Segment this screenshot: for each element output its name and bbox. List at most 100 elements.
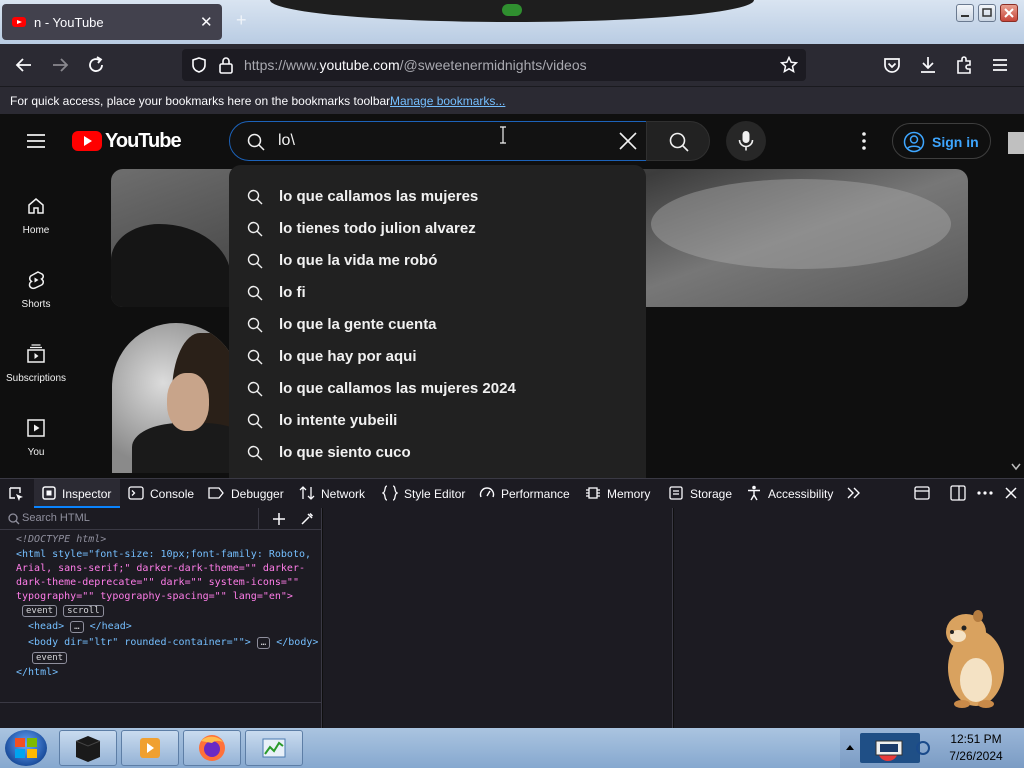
suggestion-item[interactable]: lo que siento cuco bbox=[229, 437, 646, 469]
you-icon bbox=[26, 418, 46, 438]
markup-html-line-4[interactable]: typography="" typography-spacing="" lang… bbox=[16, 591, 293, 602]
split-console-icon[interactable] bbox=[914, 486, 930, 500]
devtools-tab-memory[interactable]: Memory bbox=[607, 487, 650, 501]
element-picker-icon[interactable] bbox=[7, 485, 25, 503]
taskbar-app-firefox[interactable] bbox=[183, 730, 241, 766]
doctype-text: <!DOCTYPE html> bbox=[16, 534, 107, 545]
start-button[interactable] bbox=[5, 730, 47, 766]
manage-bookmarks-link[interactable]: Manage bookmarks... bbox=[390, 94, 505, 108]
tray-network-activity-icon[interactable] bbox=[860, 733, 920, 763]
sidebar-item-you[interactable]: You bbox=[0, 404, 72, 478]
body-open-tag: <body dir="ltr" rounded-container=""> bbox=[28, 637, 251, 648]
close-devtools-icon[interactable] bbox=[1004, 486, 1018, 500]
page-scrollbar[interactable] bbox=[1008, 114, 1024, 478]
tab-youtube[interactable]: n - YouTube ✕ bbox=[2, 4, 222, 40]
memory-icon[interactable] bbox=[585, 485, 601, 501]
extensions-puzzle-icon[interactable] bbox=[953, 54, 975, 76]
devtools-tab-style-editor[interactable]: Style Editor bbox=[404, 487, 465, 501]
event-badge[interactable]: event bbox=[32, 652, 68, 664]
scroll-down-chevron-icon[interactable] bbox=[1011, 463, 1021, 471]
pocket-icon[interactable] bbox=[881, 54, 903, 76]
tray-speaker-icon[interactable] bbox=[916, 740, 930, 756]
bookmark-star-icon[interactable] bbox=[780, 56, 798, 74]
markup-html-close[interactable]: </html> bbox=[16, 667, 58, 678]
markup-doctype[interactable]: <!DOCTYPE html> bbox=[16, 534, 106, 545]
app-menu-hamburger-icon[interactable] bbox=[989, 54, 1011, 76]
markup-body-node[interactable]: <body dir="ltr" rounded-container=""> … … bbox=[28, 637, 318, 649]
taskbar-clock[interactable]: 12:51 PM 7/26/2024 bbox=[934, 732, 1018, 763]
suggestion-item[interactable]: lo que la vida me robó bbox=[229, 245, 646, 277]
taskbar-app-terminal[interactable] bbox=[59, 730, 117, 766]
devtools-tab-debugger[interactable]: Debugger bbox=[231, 487, 284, 501]
devtools-tab-inspector[interactable]: Inspector bbox=[34, 479, 120, 508]
devtools-tab-performance[interactable]: Performance bbox=[501, 487, 570, 501]
suggestion-item[interactable]: lo tienes todo julion alvarez bbox=[229, 213, 646, 245]
markup-head-node[interactable]: <head> … </head> bbox=[28, 621, 132, 633]
suggestion-item[interactable]: lo que callamos las mujeres bbox=[229, 181, 646, 213]
markup-html-line-1[interactable]: <html style="font-size: 10px;font-family… bbox=[16, 549, 311, 560]
suggestion-item[interactable]: lo que callamos las mujeres 2024 bbox=[229, 373, 646, 405]
minimize-window-button[interactable] bbox=[956, 4, 974, 22]
back-arrow-icon[interactable] bbox=[13, 54, 35, 76]
sign-in-button[interactable]: Sign in bbox=[892, 123, 991, 159]
banner-cloud bbox=[651, 179, 951, 269]
search-box[interactable]: lo\ bbox=[229, 121, 647, 161]
suggestion-item[interactable]: lo que hay por aqui bbox=[229, 341, 646, 373]
clear-search-icon[interactable] bbox=[618, 131, 638, 151]
suggestion-item[interactable]: lo que la gente cuenta bbox=[229, 309, 646, 341]
close-window-button[interactable] bbox=[1000, 4, 1018, 22]
channel-avatar[interactable] bbox=[112, 323, 240, 473]
collapsed-ellipsis-badge[interactable]: … bbox=[256, 637, 271, 649]
address-bar[interactable]: https://www.youtube.com/@sweetenermidnig… bbox=[182, 49, 806, 81]
eyedropper-icon[interactable] bbox=[300, 512, 314, 526]
markup-html-line-3[interactable]: dark-theme-deprecate="" dark="" system-i… bbox=[16, 577, 299, 588]
search-button[interactable] bbox=[646, 121, 710, 161]
style-editor-icon[interactable] bbox=[382, 485, 398, 501]
markup-html-line-2[interactable]: Arial, sans-serif;" darker-dark-theme=""… bbox=[16, 563, 305, 574]
accessibility-icon[interactable] bbox=[746, 485, 762, 501]
maximize-window-button[interactable] bbox=[978, 4, 996, 22]
event-badge[interactable]: event bbox=[22, 605, 58, 617]
devtools-options-icon[interactable] bbox=[976, 485, 994, 501]
more-tools-chevron-icon[interactable] bbox=[846, 486, 862, 500]
suggestion-item[interactable]: lo intente yubeili bbox=[229, 405, 646, 437]
youtube-logo[interactable]: YouTube bbox=[72, 130, 182, 154]
search-inner-magnifier-icon bbox=[246, 132, 266, 152]
debugger-icon[interactable] bbox=[208, 487, 224, 499]
forward-arrow-icon[interactable] bbox=[49, 54, 71, 76]
devtools-tab-accessibility[interactable]: Accessibility bbox=[768, 487, 833, 501]
suggestion-text: lo intente yubeili bbox=[279, 412, 398, 429]
tab-close-icon[interactable]: ✕ bbox=[200, 13, 213, 31]
voice-search-button[interactable] bbox=[726, 121, 766, 161]
devtools-tab-console[interactable]: Console bbox=[150, 487, 194, 501]
devtools-tab-storage[interactable]: Storage bbox=[690, 487, 732, 501]
reload-icon[interactable] bbox=[85, 54, 107, 76]
avatar-face bbox=[167, 373, 209, 431]
search-input[interactable]: lo\ bbox=[278, 132, 295, 150]
sidebar-item-shorts[interactable]: Shorts bbox=[0, 256, 72, 330]
sidebar-item-subscriptions[interactable]: Subscriptions bbox=[0, 330, 72, 404]
new-tab-icon[interactable]: + bbox=[236, 10, 247, 31]
search-html-input[interactable]: Search HTML bbox=[22, 512, 90, 524]
devtools-tab-network[interactable]: Network bbox=[321, 487, 365, 501]
add-node-plus-icon[interactable] bbox=[272, 512, 286, 526]
performance-icon[interactable] bbox=[479, 485, 495, 501]
tracking-protection-shield-icon[interactable] bbox=[190, 56, 208, 74]
taskbar-app-media-player[interactable] bbox=[121, 730, 179, 766]
storage-icon[interactable] bbox=[668, 485, 684, 501]
network-icon[interactable] bbox=[299, 486, 315, 500]
taskbar-app-task-manager[interactable] bbox=[245, 730, 303, 766]
url-text[interactable]: https://www.youtube.com/@sweetenermidnig… bbox=[244, 57, 587, 73]
guide-menu-icon[interactable] bbox=[25, 130, 47, 152]
suggestion-item[interactable]: lo fi bbox=[229, 277, 646, 309]
console-icon[interactable] bbox=[128, 486, 144, 500]
page-scrollbar-thumb[interactable] bbox=[1008, 132, 1024, 154]
sidebar-item-home[interactable]: Home bbox=[0, 182, 72, 256]
settings-kebab-icon[interactable] bbox=[854, 130, 874, 152]
dock-side-icon[interactable] bbox=[950, 485, 966, 501]
show-hidden-icons-chevron-icon[interactable] bbox=[846, 744, 854, 750]
lock-icon[interactable] bbox=[218, 56, 234, 74]
downloads-icon[interactable] bbox=[917, 54, 939, 76]
collapsed-ellipsis-badge[interactable]: … bbox=[70, 621, 84, 633]
scroll-badge[interactable]: scroll bbox=[63, 605, 104, 617]
